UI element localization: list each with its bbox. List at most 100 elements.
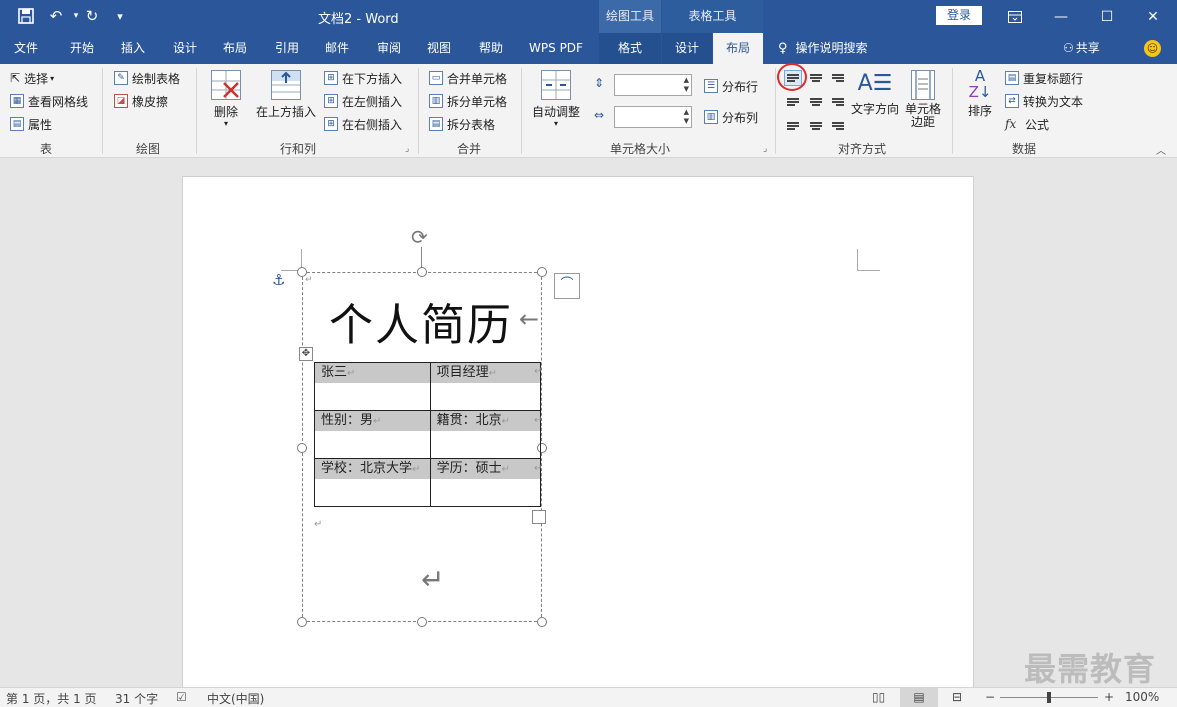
- spin-arrows-icon[interactable]: ▲ ▼: [684, 76, 689, 94]
- split-cells-button[interactable]: ▥ 拆分单元格: [429, 91, 507, 111]
- table-cell[interactable]: 性别：男↵: [314, 410, 431, 459]
- resize-handle[interactable]: [297, 617, 307, 627]
- align-bottom-right-button[interactable]: [829, 116, 847, 132]
- resize-handle[interactable]: [537, 617, 547, 627]
- table-cell[interactable]: 学校：北京大学↵: [314, 458, 431, 507]
- properties-icon: ▤: [10, 117, 24, 131]
- tab-table-design[interactable]: 设计: [662, 33, 712, 64]
- feedback-smiley-icon[interactable]: ☺: [1144, 40, 1161, 57]
- page[interactable]: ⚓ ⟳ ⌒ ↵ 个人简历 ← ✥ 张三↵ 项目经理↵ 性别：男↵ 籍贯：北京↵ …: [182, 176, 974, 696]
- tab-review[interactable]: 审阅: [366, 33, 412, 64]
- resume-heading[interactable]: 个人简历: [329, 289, 513, 353]
- column-width-input[interactable]: ▲ ▼: [614, 106, 692, 128]
- formula-button[interactable]: fx 公式: [1005, 114, 1049, 134]
- delete-button[interactable]: 删除 ▾: [204, 70, 248, 128]
- split-cells-icon: ▥: [429, 94, 443, 108]
- align-middle-left-button[interactable]: [784, 93, 802, 109]
- align-middle-right-button[interactable]: [829, 93, 847, 109]
- align-top-right-button[interactable]: [829, 70, 847, 86]
- insert-below-button[interactable]: ⊞ 在下方插入: [324, 68, 402, 88]
- login-button[interactable]: 登录: [936, 6, 982, 25]
- tell-me-search[interactable]: ♀ 操作说明搜索: [778, 33, 868, 64]
- distribute-rows-button[interactable]: ☰ 分布行: [704, 76, 758, 96]
- tab-format[interactable]: 格式: [599, 33, 661, 64]
- table-cell[interactable]: 学历：硕士 ↵: [429, 458, 542, 507]
- resize-handle[interactable]: [417, 267, 427, 277]
- print-layout-button[interactable]: ▤: [900, 688, 938, 707]
- insert-above-label: 在上方插入: [255, 105, 316, 119]
- align-bottom-center-button[interactable]: [807, 116, 825, 132]
- share-button[interactable]: ⚇ 共享: [1063, 33, 1100, 64]
- row-end-mark: ↵: [534, 463, 543, 474]
- spin-arrows-icon[interactable]: ▲ ▼: [684, 108, 689, 126]
- group-separator: [952, 68, 953, 154]
- collapse-ribbon-icon[interactable]: ︿: [1156, 142, 1166, 157]
- properties-button[interactable]: ▤ 属性: [10, 114, 52, 134]
- tab-home[interactable]: 开始: [58, 33, 106, 64]
- anchor-icon[interactable]: ⚓: [272, 271, 285, 289]
- tab-wps-pdf[interactable]: WPS PDF: [520, 33, 592, 64]
- word-count[interactable]: 31 个字: [115, 690, 158, 707]
- table-resize-handle[interactable]: [532, 510, 546, 524]
- tab-layout[interactable]: 布局: [212, 33, 258, 64]
- insert-above-button[interactable]: 在上方插入: [254, 70, 318, 120]
- paragraph-return-icon: ←: [519, 305, 540, 333]
- layout-options-icon[interactable]: ⌒: [554, 273, 580, 299]
- maximize-icon[interactable]: ☐: [1084, 0, 1130, 33]
- dialog-launcher-icon[interactable]: ⌟: [405, 144, 409, 154]
- tab-design[interactable]: 设计: [162, 33, 208, 64]
- table-move-handle-icon[interactable]: ✥: [299, 347, 313, 361]
- text-box[interactable]: ↵ 个人简历 ← ✥ 张三↵ 项目经理↵ 性别：男↵ 籍贯：北京↵ 学校：北京大…: [297, 267, 547, 627]
- autofit-button[interactable]: 自动调整 ▾: [528, 70, 584, 128]
- tab-insert[interactable]: 插入: [110, 33, 156, 64]
- highlight-circle: [777, 63, 807, 91]
- resize-handle[interactable]: [297, 443, 307, 453]
- dialog-launcher-icon[interactable]: ⌟: [763, 144, 767, 154]
- row-height-input[interactable]: ▲ ▼: [614, 74, 692, 96]
- tab-help[interactable]: 帮助: [468, 33, 514, 64]
- resize-handle[interactable]: [537, 267, 547, 277]
- align-bottom-left-button[interactable]: [784, 116, 802, 132]
- tab-view[interactable]: 视图: [416, 33, 462, 64]
- insert-left-button[interactable]: ⊞ 在左侧插入: [324, 91, 402, 111]
- draw-table-button[interactable]: ✎ 绘制表格: [114, 68, 180, 88]
- text-direction-button[interactable]: A☰ 文字方向: [850, 68, 900, 117]
- web-layout-icon[interactable]: ⊟: [952, 690, 962, 704]
- select-button[interactable]: ⇱ 选择 ▾: [10, 68, 54, 88]
- table-cell[interactable]: 籍贯：北京 ↵: [429, 410, 542, 459]
- merge-cells-button[interactable]: ▭ 合并单元格: [429, 68, 507, 88]
- zoom-slider-thumb[interactable]: [1047, 692, 1051, 703]
- page-count[interactable]: 第 1 页，共 1 页: [6, 690, 97, 707]
- align-top-center-button[interactable]: [807, 70, 825, 86]
- convert-to-text-button[interactable]: ⇄ 转换为文本: [1005, 91, 1083, 111]
- eraser-button[interactable]: ◪ 橡皮擦: [114, 91, 168, 111]
- table-cell[interactable]: 张三↵: [314, 362, 431, 411]
- zoom-out-icon[interactable]: −: [985, 690, 995, 704]
- redo-icon[interactable]: ↻: [80, 5, 104, 27]
- resize-handle[interactable]: [417, 617, 427, 627]
- sort-button[interactable]: A Z↓ 排序: [962, 68, 998, 119]
- ribbon-display-options-icon[interactable]: [992, 0, 1038, 33]
- proofing-icon[interactable]: ☑: [176, 690, 187, 704]
- tab-table-layout[interactable]: 布局: [713, 33, 763, 64]
- zoom-level[interactable]: 100%: [1125, 690, 1159, 704]
- distribute-columns-button[interactable]: ▥ 分布列: [704, 107, 758, 127]
- repeat-header-rows-button[interactable]: ▤ 重复标题行: [1005, 68, 1083, 88]
- table-cell[interactable]: 项目经理 ↵: [429, 362, 542, 411]
- split-table-button[interactable]: ▤ 拆分表格: [429, 114, 495, 134]
- tab-references[interactable]: 引用: [264, 33, 310, 64]
- rotate-handle-icon[interactable]: ⟳: [411, 225, 428, 249]
- tab-mailings[interactable]: 邮件: [314, 33, 360, 64]
- minimize-icon[interactable]: —: [1038, 0, 1084, 33]
- language-indicator[interactable]: 中文(中国): [207, 690, 264, 707]
- view-gridlines-button[interactable]: ▦ 查看网格线: [10, 91, 88, 111]
- align-center-button[interactable]: [807, 93, 825, 109]
- customize-toolbar-icon[interactable]: ▾: [108, 5, 132, 27]
- tab-file[interactable]: 文件: [0, 33, 52, 64]
- close-icon[interactable]: ✕: [1130, 0, 1176, 33]
- save-icon[interactable]: [14, 5, 38, 27]
- zoom-in-icon[interactable]: +: [1104, 690, 1114, 704]
- insert-right-button[interactable]: ⊞ 在右侧插入: [324, 114, 402, 134]
- cell-margins-button[interactable]: 单元格 边距: [902, 70, 944, 129]
- read-mode-icon[interactable]: ▯▯: [872, 690, 885, 704]
